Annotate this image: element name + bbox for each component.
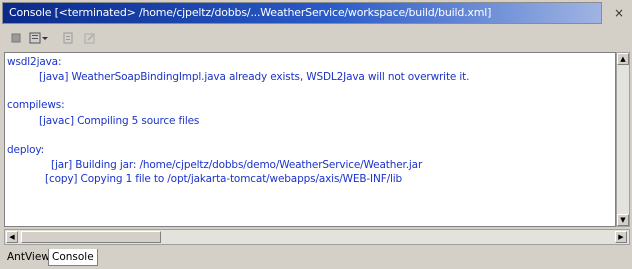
- scroll-lock-icon[interactable]: [82, 30, 98, 46]
- scroll-left-icon[interactable]: ◀: [6, 231, 18, 243]
- tab-antview[interactable]: AntView: [4, 249, 53, 266]
- toolbar: [2, 26, 630, 50]
- console-line: [javac] Compiling 5 source files: [39, 115, 200, 127]
- console-line: [java] WeatherSoapBindingImpl.java alrea…: [39, 71, 470, 83]
- window-title: Console [<terminated> /home/cjpeltz/dobb…: [9, 6, 492, 19]
- horizontal-scroll-thumb[interactable]: [21, 231, 161, 243]
- console-line: [jar] Building jar: /home/cjpeltz/dobbs/…: [51, 159, 423, 171]
- horizontal-scrollbar[interactable]: ◀ ▶: [4, 229, 630, 245]
- terminate-icon[interactable]: [8, 30, 24, 46]
- dropdown-icon[interactable]: [40, 30, 50, 46]
- scroll-right-icon[interactable]: ▶: [615, 231, 627, 243]
- console-output[interactable]: wsdl2java: [java] WeatherSoapBindingImpl…: [4, 52, 616, 227]
- console-line: wsdl2java:: [7, 56, 62, 68]
- scroll-down-icon[interactable]: ▼: [617, 214, 629, 226]
- view-tabs: AntView Console: [2, 248, 630, 267]
- console-line: [copy] Copying 1 file to /opt/jakarta-to…: [45, 173, 403, 185]
- title-bar: Console [<terminated> /home/cjpeltz/dobb…: [2, 2, 602, 24]
- clear-console-icon[interactable]: [60, 30, 76, 46]
- tab-console[interactable]: Console: [48, 249, 98, 266]
- console-view: Console [<terminated> /home/cjpeltz/dobb…: [2, 2, 630, 267]
- close-icon[interactable]: ×: [612, 6, 626, 20]
- scroll-up-icon[interactable]: ▲: [617, 53, 629, 65]
- vertical-scrollbar[interactable]: ▲ ▼: [616, 52, 630, 227]
- console-line: deploy:: [7, 144, 45, 156]
- console-line: compilews:: [7, 99, 65, 111]
